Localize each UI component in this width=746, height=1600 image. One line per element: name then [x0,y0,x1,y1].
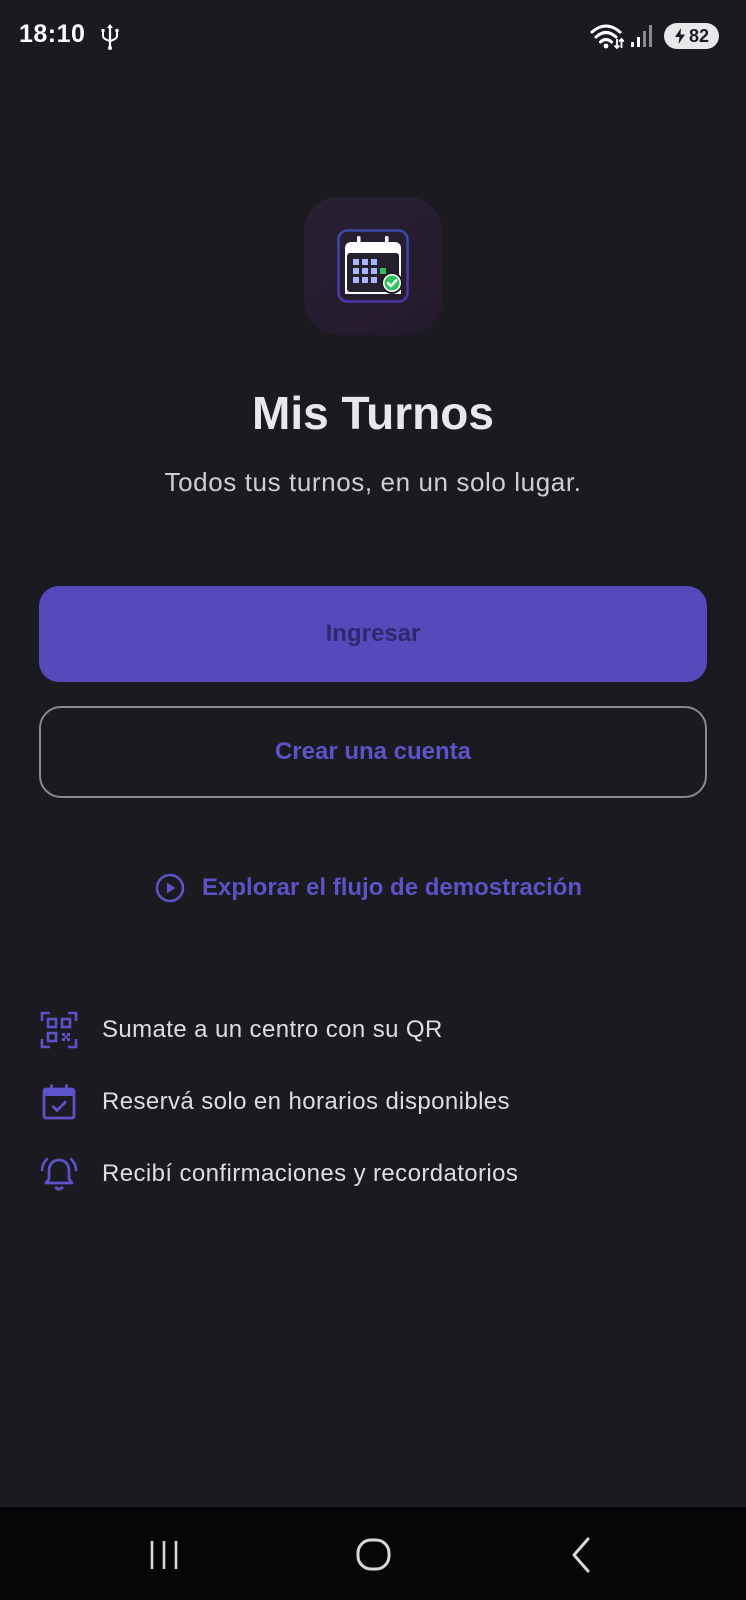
battery-level: 82 [688,25,710,46]
login-button[interactable]: Ingresar [39,586,707,682]
wifi-icon [590,24,624,50]
feature-item-booking: Reservá solo en horarios disponibles [40,1080,510,1124]
home-icon[interactable] [352,1533,396,1577]
usb-icon [101,24,119,50]
battery-icon: 82 [664,23,719,49]
alarm-bell-icon [40,1157,78,1191]
qr-code-icon [40,1011,78,1049]
welcome-screen: 18:10 82 Mis Turnos Todos tus turnos, en… [0,0,746,1600]
signal-icon [631,25,652,47]
back-icon[interactable] [560,1533,604,1577]
charging-bolt-icon [674,28,685,44]
status-bar: 18:10 82 [0,0,746,76]
system-nav-bar [0,1507,746,1600]
explore-demo-label: Explorar el flujo de demostración [202,874,583,901]
app-title: Mis Turnos [252,387,494,439]
play-circle-icon [155,873,185,903]
calendar-check-icon [42,1084,76,1120]
explore-demo-link[interactable]: Explorar el flujo de demostración [154,868,582,908]
feature-item-reminders: Recibí confirmaciones y recordatorios [40,1152,518,1196]
feature-label-booking: Reservá solo en horarios disponibles [102,1088,510,1115]
feature-label-qr: Sumate a un centro con su QR [102,1016,443,1043]
create-account-button[interactable]: Crear una cuenta [39,706,707,798]
recents-icon[interactable] [142,1533,186,1577]
calendar-check-icon [337,229,409,303]
app-subtitle: Todos tus turnos, en un solo lugar. [164,467,582,497]
status-time: 18:10 [19,20,86,48]
feature-label-reminders: Recibí confirmaciones y recordatorios [102,1160,519,1187]
feature-item-qr: Sumate a un centro con su QR [40,1008,443,1052]
app-logo [304,197,442,335]
